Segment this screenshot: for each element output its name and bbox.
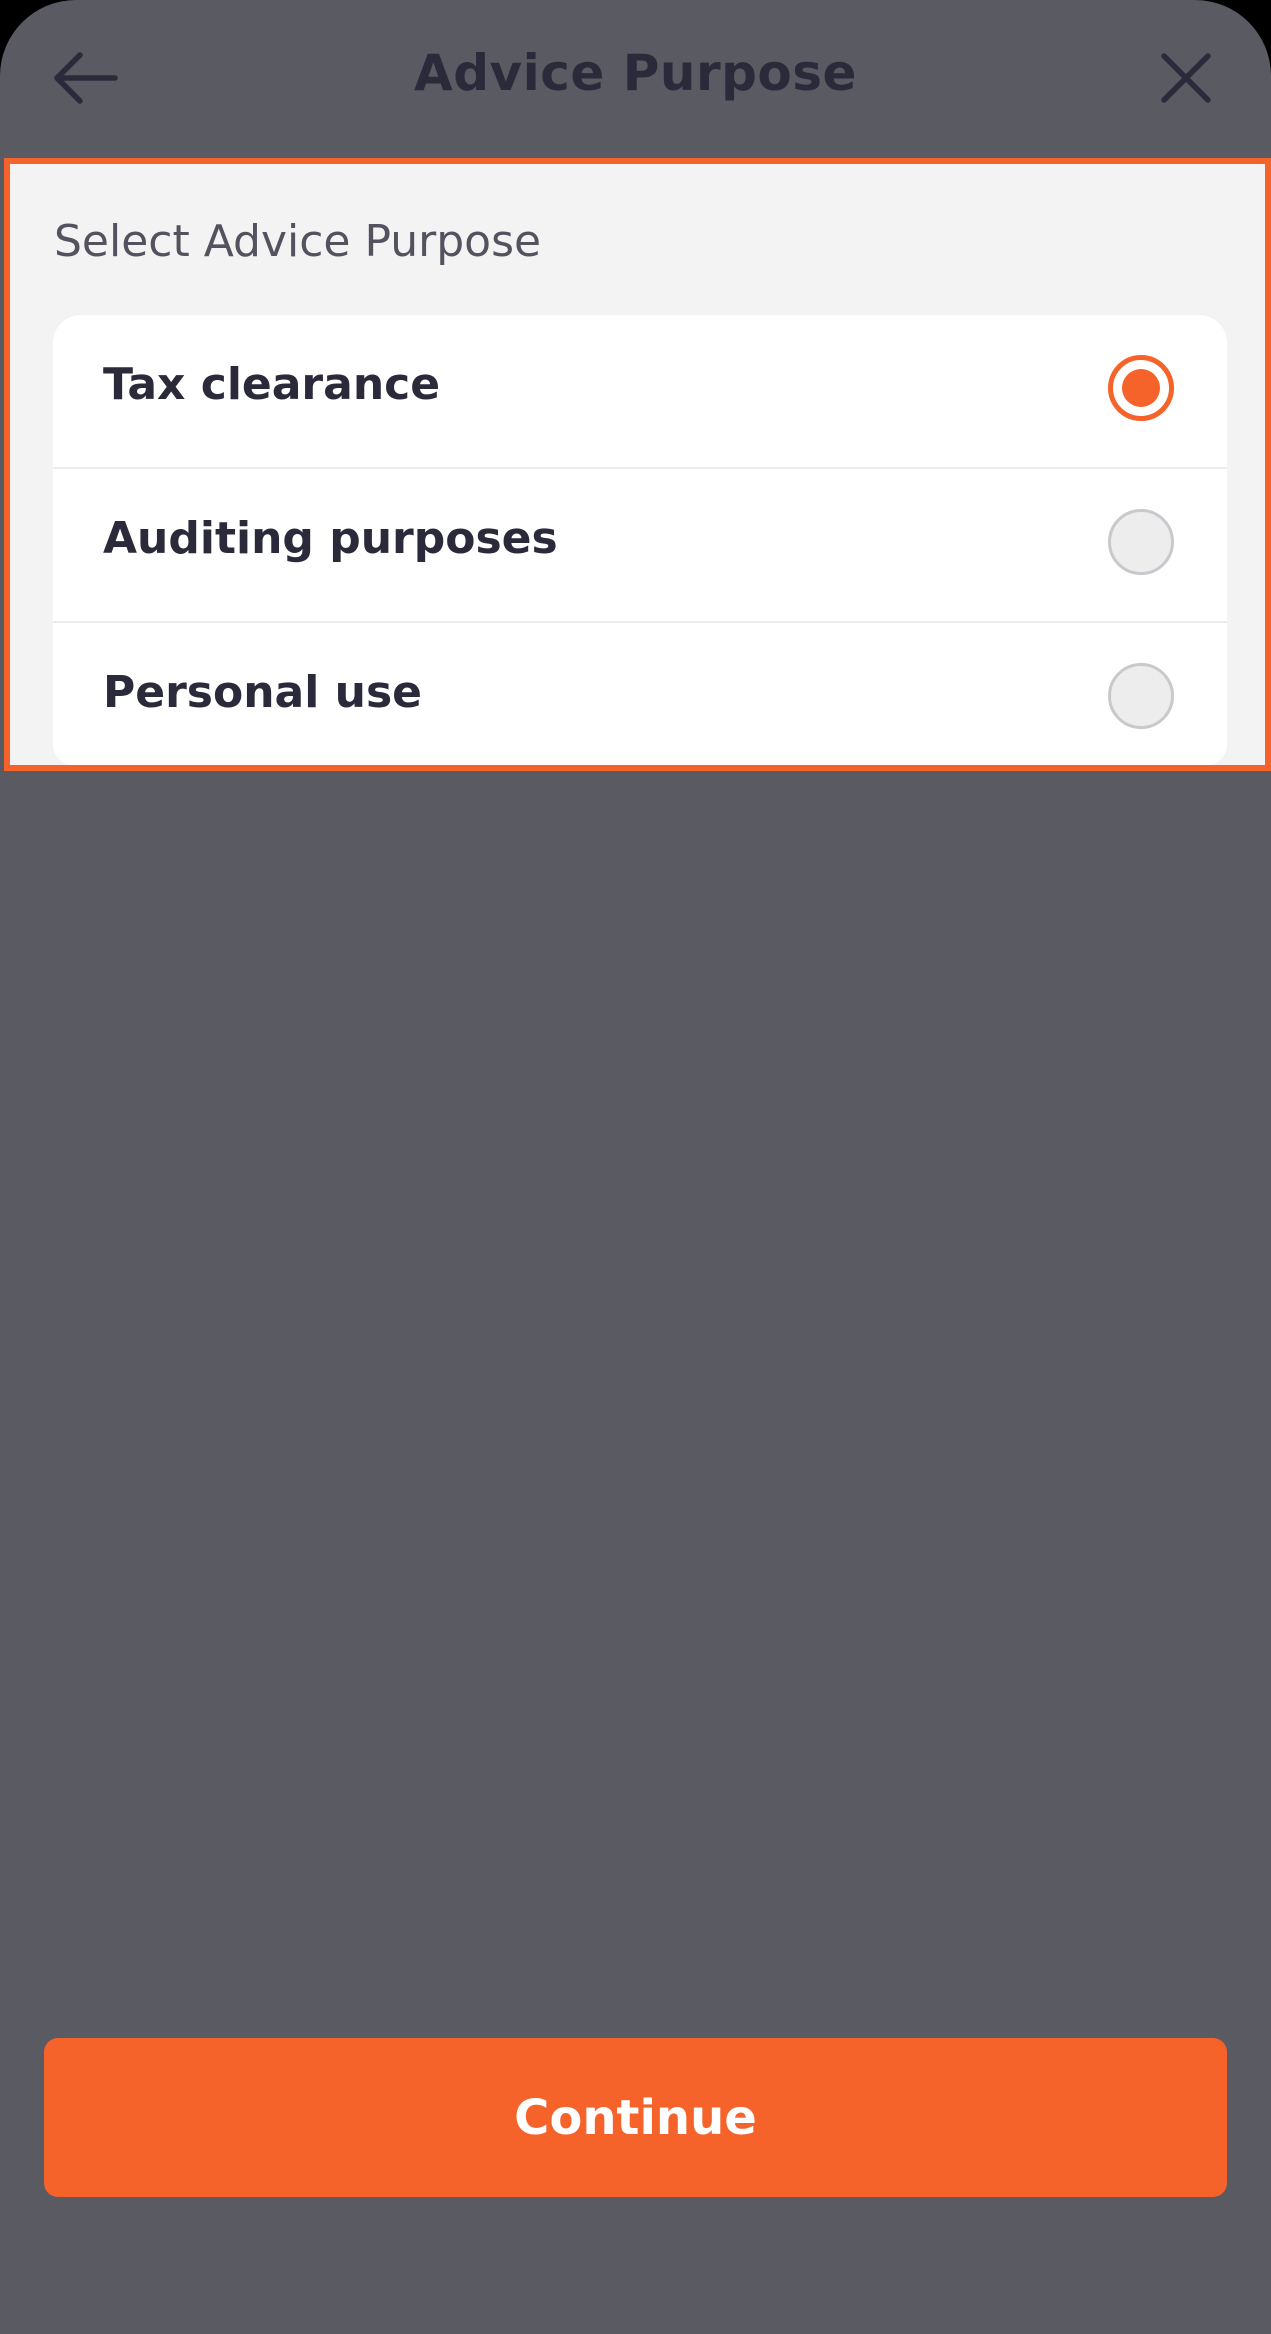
modal-sheet: Advice Purpose Select Advice Purpose Tax…: [0, 0, 1271, 2334]
option-label: Tax clearance: [103, 359, 441, 410]
close-icon: [1161, 53, 1211, 103]
continue-button[interactable]: Continue: [44, 2038, 1227, 2197]
option-tax-clearance[interactable]: Tax clearance: [53, 315, 1227, 467]
options-list: Tax clearance Auditing purposes Personal…: [53, 315, 1227, 765]
advice-purpose-panel: Select Advice Purpose Tax clearance Audi…: [4, 158, 1271, 771]
radio-button[interactable]: [1108, 663, 1174, 729]
page-title: Advice Purpose: [414, 44, 857, 102]
header-bar: Advice Purpose: [0, 0, 1271, 156]
radio-button-selected[interactable]: [1108, 355, 1174, 421]
option-auditing-purposes[interactable]: Auditing purposes: [53, 467, 1227, 621]
section-label: Select Advice Purpose: [54, 216, 542, 267]
radio-button[interactable]: [1108, 509, 1174, 575]
option-personal-use[interactable]: Personal use: [53, 621, 1227, 765]
option-label: Personal use: [103, 667, 422, 718]
close-button[interactable]: [1146, 40, 1226, 116]
option-label: Auditing purposes: [103, 513, 558, 564]
